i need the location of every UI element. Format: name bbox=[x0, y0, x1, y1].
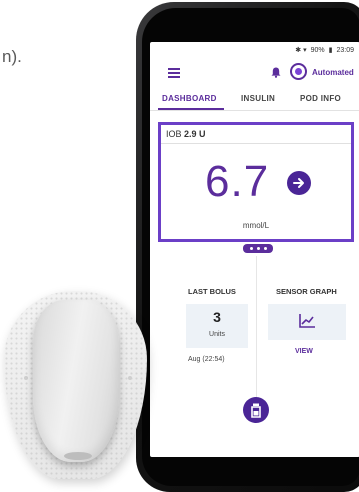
arrow-right-icon[interactable] bbox=[287, 171, 311, 195]
last-bolus-unit: Units bbox=[209, 331, 225, 338]
mode-label: Automated bbox=[312, 68, 354, 77]
bolus-vial-icon bbox=[251, 403, 261, 418]
page-indicator[interactable] bbox=[243, 244, 273, 253]
menu-icon[interactable] bbox=[168, 68, 180, 78]
bolus-button[interactable] bbox=[243, 397, 269, 423]
phone-screen: ✱ ▾ 90% ▮ 23:09 Automated DASHBOARD INSU… bbox=[150, 42, 359, 457]
glucose-unit: mmol/L bbox=[242, 221, 270, 230]
section-divider bbox=[256, 256, 257, 406]
glucose-card[interactable]: IOB 2.9 U 6.7 mmol/L bbox=[158, 122, 354, 242]
iob-readout: IOB 2.9 U bbox=[166, 129, 206, 139]
pod-adhesive-hole bbox=[24, 376, 28, 380]
last-bolus-time: Aug (22:54) bbox=[188, 356, 225, 363]
iob-label: IOB bbox=[166, 129, 182, 139]
clock: 23:09 bbox=[336, 46, 354, 54]
bell-icon[interactable] bbox=[271, 67, 281, 78]
status-bar: ✱ ▾ 90% ▮ 23:09 bbox=[150, 42, 359, 58]
automated-mode-icon[interactable] bbox=[290, 63, 307, 80]
pod-window bbox=[64, 452, 92, 460]
battery-icon: ▮ bbox=[328, 47, 333, 54]
sensor-graph-view-link[interactable]: VIEW bbox=[295, 348, 313, 355]
last-bolus-box: 3 Units bbox=[186, 304, 248, 348]
app-bar: Automated bbox=[150, 58, 359, 86]
sensor-graph-title: SENSOR GRAPH bbox=[276, 287, 337, 296]
card-divider bbox=[161, 143, 351, 144]
insulin-pod bbox=[33, 300, 119, 462]
tab-insulin[interactable]: INSULIN bbox=[241, 94, 275, 103]
active-tab-indicator bbox=[158, 108, 224, 110]
glucose-value: 6.7 bbox=[205, 157, 270, 206]
tab-dashboard[interactable]: DASHBOARD bbox=[162, 94, 217, 103]
background-text-fragment: n). bbox=[2, 47, 22, 66]
graph-icon bbox=[299, 314, 315, 328]
signal-icon: ✱ ▾ bbox=[295, 47, 307, 54]
sensor-graph-box[interactable] bbox=[268, 304, 346, 340]
iob-value: 2.9 U bbox=[184, 129, 206, 139]
pod-adhesive-hole bbox=[128, 376, 132, 380]
tab-pod-info[interactable]: POD INFO bbox=[300, 94, 341, 103]
last-bolus-value: 3 bbox=[213, 309, 221, 325]
tab-bar: DASHBOARD INSULIN POD INFO bbox=[150, 86, 359, 111]
battery-level: 90% bbox=[310, 46, 325, 54]
last-bolus-title: LAST BOLUS bbox=[188, 287, 236, 296]
